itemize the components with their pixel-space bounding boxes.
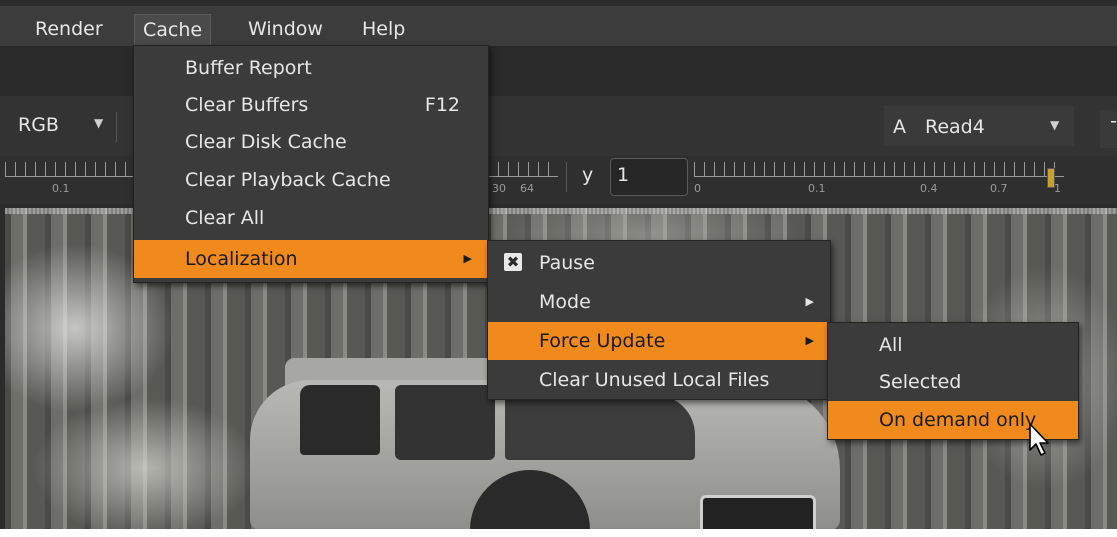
slider-divider: [566, 162, 567, 192]
menu-bar: Render Cache Window Help: [0, 6, 1117, 46]
menu-item-mode[interactable]: Mode ▶: [488, 283, 830, 321]
gamma-tick-label: 0.7: [990, 182, 1008, 195]
car-grille: [700, 495, 816, 529]
menu-item-force-update[interactable]: Force Update ▶: [488, 322, 830, 360]
input-a-label: A: [893, 116, 906, 138]
menu-item-clear-unused-local-files[interactable]: Clear Unused Local Files: [488, 361, 830, 399]
menu-item-label: All: [879, 334, 903, 356]
menu-item-label: Clear Buffers: [185, 94, 309, 116]
menu-item-label: Mode: [539, 291, 591, 313]
menu-help[interactable]: Help: [354, 14, 413, 44]
input-a-chevron-icon[interactable]: ▼: [1050, 118, 1059, 132]
gamma-slider-track[interactable]: [694, 176, 1064, 177]
gamma-tick-label: 0.1: [808, 182, 826, 195]
channels-chevron-icon[interactable]: ▼: [94, 116, 103, 130]
menu-item-label: Selected: [879, 371, 962, 393]
input-a-node[interactable]: Read4: [925, 116, 985, 138]
menu-item-clear-disk-cache[interactable]: Clear Disk Cache: [134, 123, 488, 161]
menu-item-label: Clear Disk Cache: [185, 131, 347, 153]
menu-item-label: Buffer Report: [185, 57, 312, 79]
channels-dropdown[interactable]: RGB: [18, 114, 59, 136]
menu-item-clear-playback-cache[interactable]: Clear Playback Cache: [134, 161, 488, 199]
menu-window[interactable]: Window: [240, 14, 331, 44]
menu-item-all[interactable]: All: [828, 326, 1078, 364]
gain-tick-label: 0.1: [52, 182, 70, 195]
submenu-arrow-icon: ▶: [463, 252, 472, 265]
menu-render[interactable]: Render: [27, 14, 111, 44]
gamma-tick-label: 0.4: [920, 182, 938, 195]
gain-slider-ticks: [5, 162, 135, 176]
gamma-tick-label: 0: [694, 182, 701, 195]
checkbox-checked-icon[interactable]: ✖: [504, 253, 522, 271]
menu-item-label: Localization: [185, 248, 298, 270]
menu-item-localization[interactable]: Localization ▶: [134, 240, 488, 278]
menu-item-label: On demand only: [879, 409, 1037, 431]
menu-item-label: Pause: [539, 252, 595, 274]
submenu-arrow-icon: ▶: [805, 334, 814, 347]
menu-item-selected[interactable]: Selected: [828, 363, 1078, 401]
gamma-slider-ticks: [694, 162, 1064, 176]
car-windshield: [505, 395, 695, 460]
cache-menu: Buffer Report Clear Buffers F12 Clear Di…: [133, 45, 489, 283]
gain-tick-label: 30: [492, 182, 506, 195]
menu-item-buffer-report[interactable]: Buffer Report: [134, 49, 488, 87]
car-window: [395, 385, 495, 460]
menu-item-label: Clear Playback Cache: [185, 169, 391, 191]
submenu-arrow-icon: ▶: [805, 295, 814, 308]
gain-slider-ticks-right: [488, 162, 558, 176]
menu-item-label: Force Update: [539, 330, 666, 352]
menu-item-pause[interactable]: ✖ Pause: [488, 244, 830, 282]
gamma-value[interactable]: 1: [617, 164, 629, 186]
gain-slider-track-right: [488, 176, 558, 177]
mouse-pointer-icon: [1029, 423, 1049, 456]
shortcut-label: F12: [424, 94, 460, 116]
nuke-application-window: Render Cache Window Help RGB ▼ A Read4 ▼…: [0, 0, 1117, 529]
menu-item-clear-all[interactable]: Clear All: [134, 199, 488, 237]
menu-item-clear-buffers[interactable]: Clear Buffers F12: [134, 86, 488, 124]
car-window: [300, 385, 380, 455]
menu-cache[interactable]: Cache: [134, 14, 212, 45]
toolbar-divider: [116, 112, 117, 142]
gamma-slider-handle[interactable]: [1047, 168, 1055, 188]
localization-submenu: ✖ Pause Mode ▶ Force Update ▶ Clear Unus…: [487, 240, 831, 400]
gain-slider-track[interactable]: [5, 176, 135, 177]
menu-item-label: Clear Unused Local Files: [539, 369, 770, 391]
gamma-tick-label: 1: [1054, 182, 1061, 195]
menu-item-label: Clear All: [185, 207, 265, 229]
gain-tick-label: 64: [520, 182, 534, 195]
minus-button[interactable]: -: [1100, 110, 1117, 148]
gamma-label: y: [582, 164, 594, 186]
